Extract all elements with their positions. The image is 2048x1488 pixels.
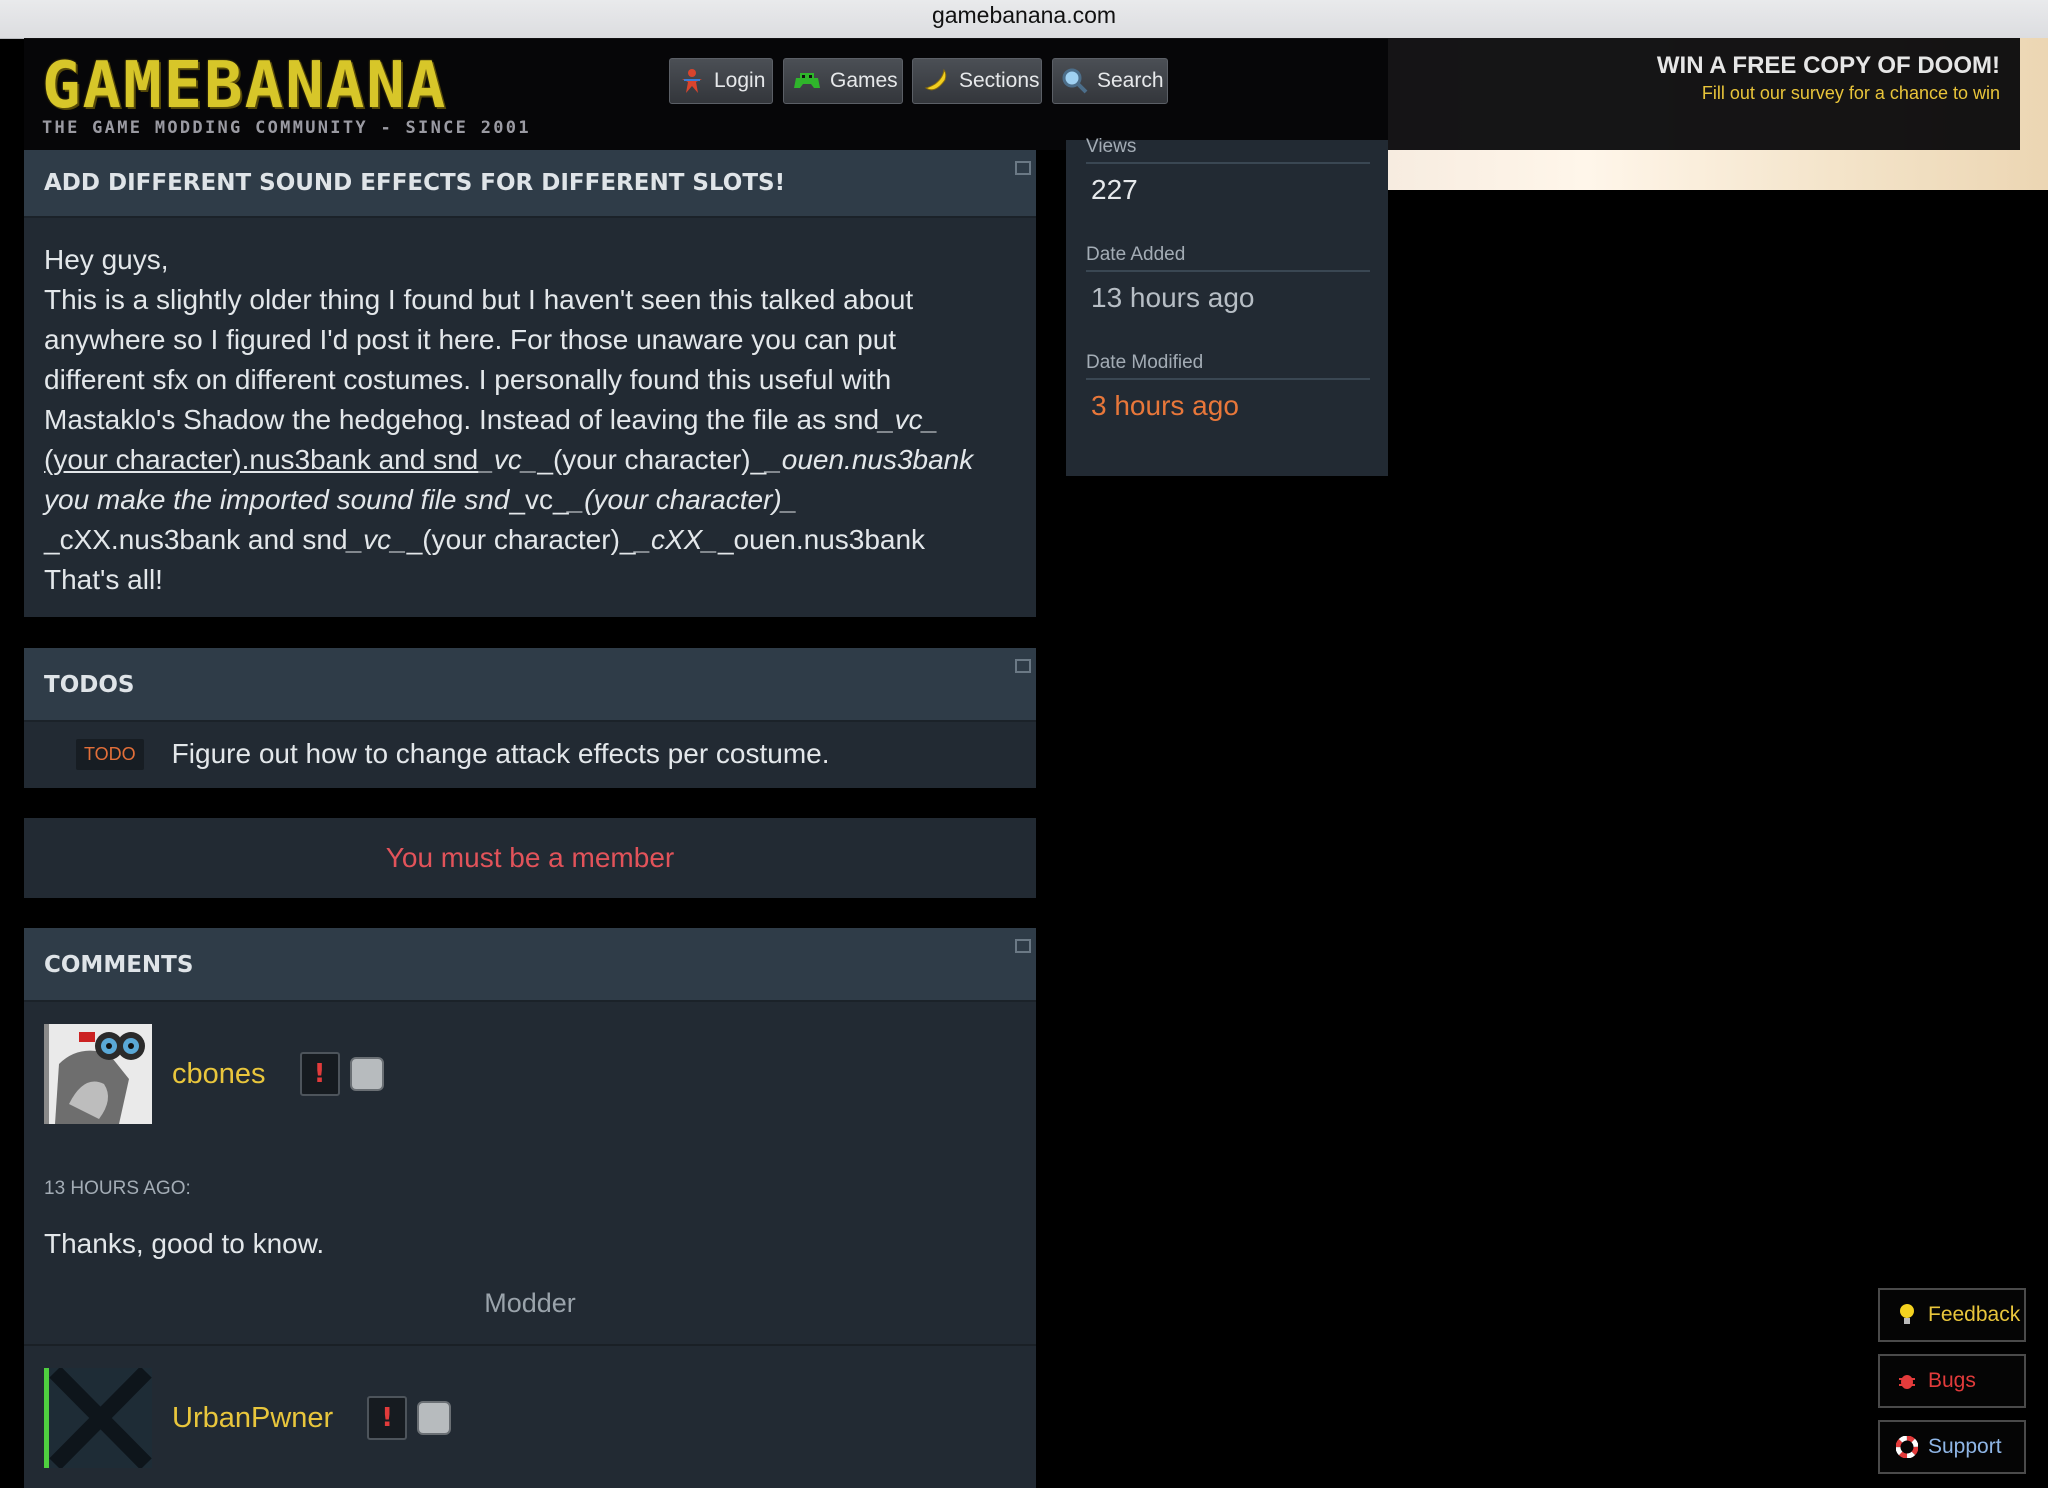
search-icon xyxy=(1061,66,1089,96)
site-header: GAMEBANANA THE GAME MODDING COMMUNITY - … xyxy=(24,38,2020,150)
comment-username[interactable]: cbones xyxy=(172,1058,266,1091)
warn-mark: ! xyxy=(313,1059,326,1089)
comment-author: cbones ! xyxy=(44,1024,384,1124)
description-text: (your character).nus3bank and snd xyxy=(44,444,479,475)
description-italic: you make the imported sound file snd xyxy=(44,484,510,515)
description-line: Mastaklo's Shadow the hedgehog. Instead … xyxy=(44,400,1016,440)
sections-button[interactable]: Sections xyxy=(912,58,1042,104)
description-text: _vc_ xyxy=(509,484,569,515)
comment-timestamp: 13 HOURS AGO: xyxy=(44,1178,191,1199)
comments-title: COMMENTS xyxy=(44,952,194,978)
description-header: ADD DIFFERENT SOUND EFFECTS FOR DIFFEREN… xyxy=(24,150,1036,218)
todo-item: TODO Figure out how to change attack eff… xyxy=(24,722,1036,786)
description-text: _cXX.nus3bank and snd xyxy=(44,524,348,555)
games-icon xyxy=(792,66,822,96)
logo-tagline: THE GAME MODDING COMMUNITY - SINCE 2001 xyxy=(42,118,531,138)
bugs-label: Bugs xyxy=(1928,1369,1976,1392)
promo-banner[interactable]: WIN A FREE COPY OF DOOM! Fill out our su… xyxy=(1657,52,2000,104)
views-label: Views xyxy=(1086,136,1370,164)
description-line: you make the imported sound file snd_vc_… xyxy=(44,480,1016,520)
search-button[interactable]: Search xyxy=(1052,58,1168,104)
status-indicator xyxy=(349,1057,384,1091)
warn-icon[interactable]: ! xyxy=(367,1396,408,1440)
feedback-button[interactable]: Feedback xyxy=(1878,1288,2026,1342)
stat-views: Views 227 xyxy=(1086,136,1370,206)
url-text: gamebanana.com xyxy=(931,2,1117,28)
description-line: Hey guys, xyxy=(44,244,169,275)
description-italic: _vc_ xyxy=(347,524,407,555)
support-label: Support xyxy=(1928,1435,2002,1458)
views-value: 227 xyxy=(1091,174,1138,205)
avatar[interactable] xyxy=(44,1024,152,1124)
description-line: (your character).nus3bank and snd_vc__(y… xyxy=(44,440,1016,480)
todo-text: Figure out how to change attack effects … xyxy=(171,738,830,769)
comments-panel: COMMENTS cbones ! 13 HOURS AGO: Thanks, … xyxy=(24,928,1036,1488)
description-italic: _vc_ xyxy=(879,404,939,435)
status-indicator xyxy=(417,1401,452,1435)
promo-title: WIN A FREE COPY OF DOOM! xyxy=(1656,52,2000,79)
login-button[interactable]: Login xyxy=(669,58,773,104)
lifebuoy-icon xyxy=(1896,1436,1918,1458)
comment-role: Modder xyxy=(484,1288,576,1318)
date-added-value: 13 hours ago xyxy=(1091,282,1255,313)
comments-header: COMMENTS xyxy=(24,928,1036,1002)
todos-header: TODOS xyxy=(24,648,1036,722)
address-bar[interactable]: gamebanana.com xyxy=(0,0,2048,39)
member-notice-panel: You must be a member xyxy=(24,818,1036,898)
sections-label: Sections xyxy=(959,69,1040,92)
description-text: _ouen.nus3bank xyxy=(717,524,926,555)
description-panel: ADD DIFFERENT SOUND EFFECTS FOR DIFFEREN… xyxy=(24,150,1036,617)
description-italic: _cXX_ xyxy=(635,524,718,555)
collapse-icon[interactable] xyxy=(1015,659,1031,673)
login-icon xyxy=(678,66,706,96)
todo-badge: TODO xyxy=(76,738,144,770)
todos-title: TODOS xyxy=(44,672,135,698)
search-label: Search xyxy=(1097,69,1164,92)
description-italic: _(your character)_ xyxy=(568,484,798,515)
avatar[interactable] xyxy=(44,1366,152,1470)
collapse-icon[interactable] xyxy=(1015,161,1031,175)
description-line: different sfx on different costumes. I p… xyxy=(44,364,892,395)
description-line: That's all! xyxy=(44,564,163,595)
date-modified-label: Date Modified xyxy=(1086,352,1370,380)
description-line: This is a slightly older thing I found b… xyxy=(44,284,914,315)
lightbulb-icon xyxy=(1896,1303,1918,1327)
date-added-label: Date Added xyxy=(1086,244,1370,272)
promo-subtitle: Fill out our survey for a chance to win xyxy=(1701,83,2000,103)
support-button[interactable]: Support xyxy=(1878,1420,2026,1474)
banana-icon xyxy=(921,66,951,96)
description-text: Mastaklo's Shadow the hedgehog. Instead … xyxy=(44,404,880,435)
bug-icon xyxy=(1896,1371,1918,1391)
login-label: Login xyxy=(714,69,766,92)
description-body: Hey guys, This is a slightly older thing… xyxy=(24,218,1036,600)
member-notice: You must be a member xyxy=(385,842,675,873)
stat-date-modified: Date Modified 3 hours ago xyxy=(1086,352,1370,422)
todos-panel: TODOS TODO Figure out how to change atta… xyxy=(24,648,1036,788)
description-line: anywhere so I figured I'd post it here. … xyxy=(44,324,897,355)
stats-sidebar: Views 227 Date Added 13 hours ago Date M… xyxy=(1066,136,1388,476)
description-title: ADD DIFFERENT SOUND EFFECTS FOR DIFFEREN… xyxy=(44,170,786,196)
games-label: Games xyxy=(830,69,898,92)
date-modified-value: 3 hours ago xyxy=(1091,390,1239,421)
description-line: _cXX.nus3bank and snd_vc__(your characte… xyxy=(44,520,1016,560)
stat-date-added: Date Added 13 hours ago xyxy=(1086,244,1370,314)
feedback-label: Feedback xyxy=(1928,1303,2021,1326)
logo-title: GAMEBANANA xyxy=(42,49,448,123)
site-logo[interactable]: GAMEBANANA THE GAME MODDING COMMUNITY - … xyxy=(42,49,531,138)
comment-author: UrbanPwner ! xyxy=(44,1366,452,1470)
bugs-button[interactable]: Bugs xyxy=(1878,1354,2026,1408)
games-button[interactable]: Games xyxy=(783,58,903,104)
description-italic: _vc_ xyxy=(478,444,538,475)
description-text: _(your character)_ xyxy=(406,524,636,555)
comment-divider xyxy=(24,1344,1036,1346)
description-italic: _ouen.nus3bank xyxy=(766,444,974,475)
description-text: _(your character)_ xyxy=(537,444,767,475)
comment-username[interactable]: UrbanPwner xyxy=(172,1402,333,1435)
warn-mark: ! xyxy=(381,1403,394,1433)
warn-icon[interactable]: ! xyxy=(299,1052,340,1096)
collapse-icon[interactable] xyxy=(1015,939,1031,953)
comment-body: Thanks, good to know. xyxy=(44,1228,325,1259)
